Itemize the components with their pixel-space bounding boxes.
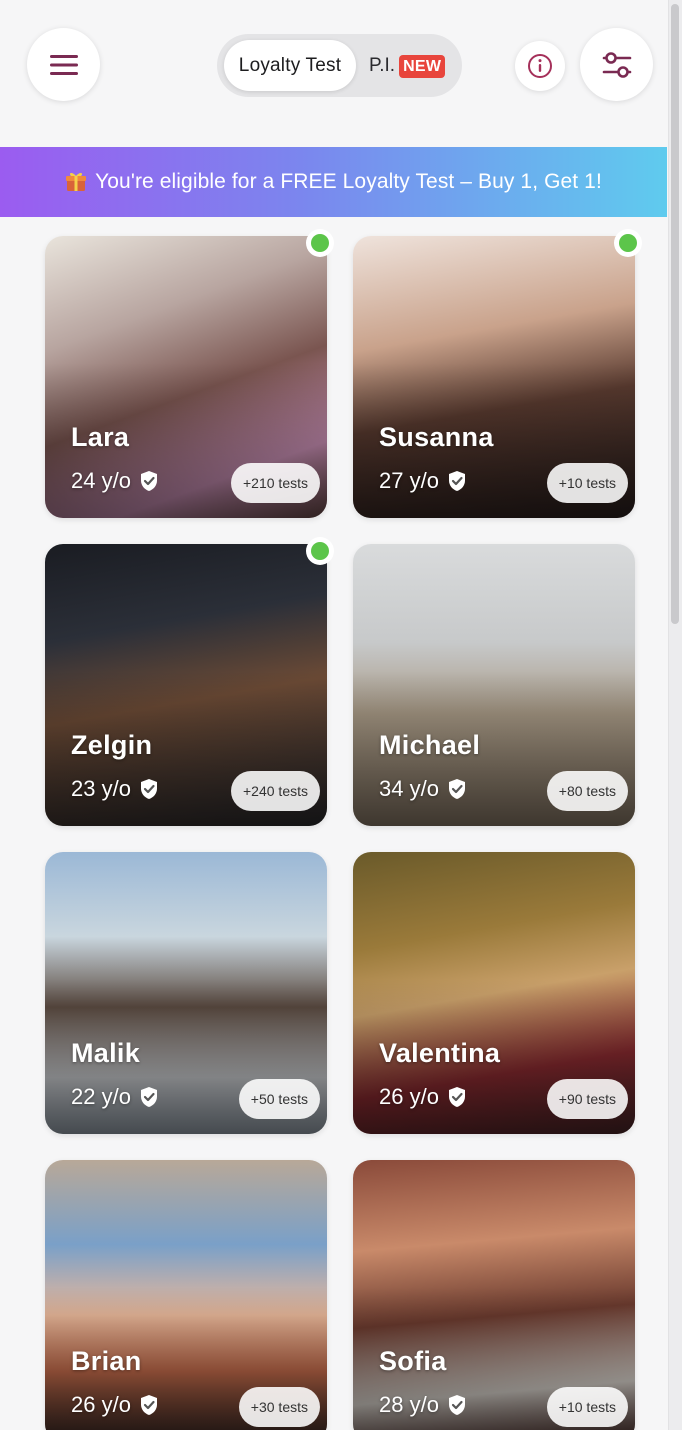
profile-age: 23 y/o	[71, 776, 131, 801]
profile-age-row: 23 y/o	[71, 776, 159, 802]
profile-name: Valentina	[379, 1038, 501, 1068]
profile-card[interactable]: Brian 26 y/o +30 tests	[45, 1160, 327, 1430]
profile-age: 24 y/o	[71, 468, 131, 493]
hamburger-menu-icon	[49, 54, 78, 75]
profile-card[interactable]: Valentina 26 y/o +90 tests	[353, 852, 635, 1134]
profile-card[interactable]: Zelgin 23 y/o +240 tests	[45, 537, 334, 826]
info-icon	[528, 54, 552, 78]
profile-age: 28 y/o	[379, 1392, 439, 1417]
profile-name: Susanna	[379, 422, 494, 452]
tab-pi-label: P.I.	[369, 55, 396, 76]
profile-age: 26 y/o	[379, 1084, 439, 1109]
online-status-dot	[306, 537, 334, 565]
info-button[interactable]	[515, 41, 565, 91]
profile-age: 26 y/o	[71, 1392, 131, 1417]
profile-age-row: 24 y/o	[71, 468, 159, 494]
profile-name: Sofia	[379, 1346, 447, 1376]
profile-card[interactable]: Malik 22 y/o +50 tests	[45, 852, 327, 1134]
verified-shield-icon	[139, 778, 159, 800]
tests-count-badge: +10 tests	[546, 463, 628, 503]
sliders-filter-icon	[602, 51, 631, 78]
profile-name: Michael	[379, 730, 481, 760]
profile-card[interactable]: Michael 34 y/o +80 tests	[353, 544, 635, 826]
online-status-dot	[306, 229, 334, 257]
profile-age: 22 y/o	[71, 1084, 131, 1109]
tab-loyalty-test[interactable]: Loyalty Test	[224, 40, 356, 91]
profile-name: Lara	[71, 422, 130, 452]
profile-age-row: 27 y/o	[379, 468, 467, 494]
scrollbar[interactable]	[668, 0, 682, 1430]
tests-count-badge: +240 tests	[231, 771, 320, 811]
profile-card[interactable]: Sofia 28 y/o +10 tests	[353, 1160, 635, 1430]
profile-name: Brian	[71, 1346, 142, 1376]
tab-loyalty-test-label: Loyalty Test	[238, 54, 342, 76]
verified-shield-icon	[447, 778, 467, 800]
profile-card[interactable]: Lara 24 y/o +210 tests	[45, 229, 334, 518]
verified-shield-icon	[447, 1394, 467, 1416]
filter-button[interactable]	[580, 28, 653, 101]
tab-pi[interactable]: P.I. NEW	[369, 52, 446, 80]
profile-name: Zelgin	[71, 730, 153, 760]
verified-shield-icon	[139, 1086, 159, 1108]
tests-count-badge: +10 tests	[546, 1387, 628, 1427]
verified-shield-icon	[139, 1394, 159, 1416]
scrollbar-thumb[interactable]	[671, 4, 679, 624]
profile-age-row: 22 y/o	[71, 1084, 159, 1110]
online-status-dot	[614, 229, 642, 257]
profile-age: 34 y/o	[379, 776, 439, 801]
profile-age: 27 y/o	[379, 468, 439, 493]
gift-icon	[66, 172, 87, 191]
tests-count-badge: +30 tests	[238, 1387, 320, 1427]
verified-shield-icon	[447, 470, 467, 492]
tests-count-badge: +210 tests	[231, 463, 320, 503]
new-badge: NEW	[399, 54, 446, 78]
verified-shield-icon	[447, 1086, 467, 1108]
tests-count-badge: +90 tests	[546, 1079, 628, 1119]
profile-card[interactable]: Susanna 27 y/o +10 tests	[353, 229, 642, 518]
profile-age-row: 26 y/o	[71, 1392, 159, 1418]
menu-button[interactable]	[27, 28, 100, 101]
tests-count-badge: +50 tests	[238, 1079, 320, 1119]
profile-age-row: 28 y/o	[379, 1392, 467, 1418]
mode-switcher: Loyalty Test P.I. NEW	[217, 34, 462, 97]
verified-shield-icon	[139, 470, 159, 492]
promo-text: You're eligible for a FREE Loyalty Test …	[95, 170, 602, 193]
profile-age-row: 34 y/o	[379, 776, 467, 802]
tests-count-badge: +80 tests	[546, 771, 628, 811]
profile-age-row: 26 y/o	[379, 1084, 467, 1110]
profile-name: Malik	[71, 1038, 141, 1068]
promo-banner[interactable]: You're eligible for a FREE Loyalty Test …	[0, 147, 667, 217]
